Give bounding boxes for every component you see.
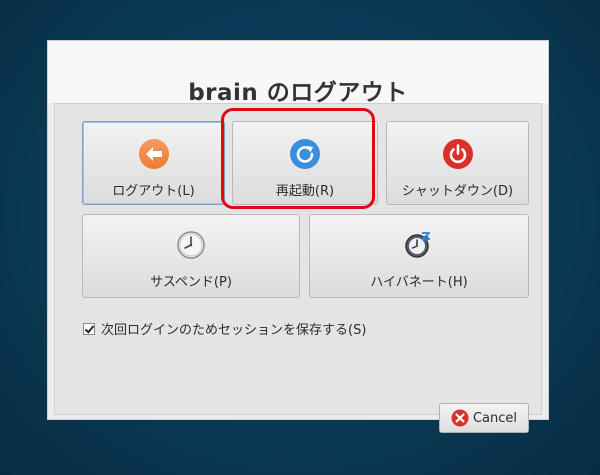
hibernate-button[interactable]: ハイバネート(H): [309, 214, 529, 298]
suspend-button[interactable]: サスペンド(P): [82, 214, 300, 298]
dialog-title: brain のログアウト: [188, 80, 408, 106]
restart-button[interactable]: 再起動(R): [232, 121, 378, 205]
power-icon: [442, 139, 473, 169]
save-session-label: 次回ログインのためセッションを保存する(S): [101, 323, 367, 338]
dialog-header: brain のログアウト: [48, 41, 548, 106]
suspend-label: サスペンド(P): [150, 275, 232, 290]
hibernate-clock-icon: [405, 232, 430, 258]
clock-icon: [177, 231, 205, 259]
arrow-left-icon: [138, 139, 169, 169]
hibernate-label: ハイバネート(H): [370, 275, 468, 290]
logout-button[interactable]: ログアウト(L): [82, 121, 225, 205]
cancel-button[interactable]: Cancel: [439, 403, 529, 433]
logout-label: ログアウト(L): [112, 184, 195, 199]
shutdown-button[interactable]: シャットダウン(D): [386, 121, 529, 205]
action-panel: ログアウト(L) 再起動(R) シャットダウン(D) サスペンド(P) ハイバネ…: [54, 103, 542, 433]
restart-label: 再起動(R): [275, 184, 335, 199]
save-session-row[interactable]: 次回ログインのためセッションを保存する(S): [83, 319, 366, 338]
cancel-label: Cancel: [472, 410, 518, 426]
cancel-icon: [451, 409, 469, 427]
restart-icon: [290, 139, 320, 169]
save-session-checkbox[interactable]: [83, 322, 95, 335]
shutdown-label: シャットダウン(D): [401, 184, 514, 199]
logout-dialog: brain のログアウト ログアウト(L) 再起動(R) シャットダウン(D) …: [47, 40, 549, 433]
